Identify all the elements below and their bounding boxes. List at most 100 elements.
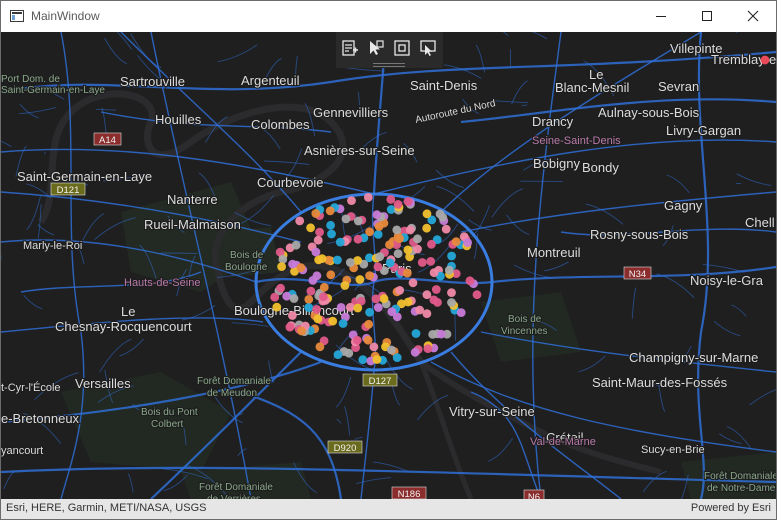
map-point-feature[interactable] [296,263,306,272]
map-point-feature[interactable] [288,311,297,320]
map-point-feature[interactable] [465,276,475,286]
map-point-feature[interactable] [373,262,383,272]
map-point-feature[interactable] [431,285,441,294]
map-point-feature[interactable] [326,220,335,230]
powered-by-esri[interactable]: Powered by Esri [691,502,771,514]
map-point-feature[interactable] [338,319,348,328]
map-point-feature[interactable] [373,230,383,239]
map-point-feature[interactable] [395,286,405,295]
map-point-feature[interactable] [353,303,363,313]
map-point-feature[interactable] [408,278,418,288]
map-point-feature[interactable] [345,258,355,267]
map-point-feature[interactable] [272,302,282,312]
map-point-feature[interactable] [436,329,446,339]
map-point-feature[interactable] [312,271,322,281]
toolbar-drag-handle[interactable] [373,63,405,67]
map-point-feature[interactable] [353,234,363,244]
map-point-feature[interactable] [371,294,381,304]
map-point-feature[interactable] [386,195,396,204]
map-point-feature[interactable] [402,268,412,278]
map-point-feature[interactable] [447,298,456,307]
map-point-feature[interactable] [363,335,373,345]
map-point-feature[interactable] [422,290,432,300]
map-point-feature[interactable] [395,234,404,244]
map-point-feature[interactable] [386,345,396,355]
map-point-feature[interactable] [410,347,420,357]
map-point-feature[interactable] [363,193,373,202]
map-point-feature[interactable] [393,249,403,258]
map-point-feature[interactable] [313,235,323,245]
map-point-feature[interactable] [375,252,385,262]
minimize-button[interactable] [638,1,684,31]
map-point-feature[interactable] [472,290,482,300]
map-point-feature[interactable] [463,238,472,248]
map-point-feature[interactable] [423,344,433,353]
map-point-feature[interactable] [276,283,285,293]
map-point-feature[interactable] [451,237,461,247]
map-point-feature[interactable] [270,292,280,302]
map-point-feature[interactable] [311,209,321,218]
map-point-feature[interactable] [365,307,374,317]
map-point-feature[interactable] [333,350,343,359]
map-point-feature[interactable] [355,275,365,284]
map-point-feature[interactable] [333,255,342,265]
map-point-feature[interactable] [379,294,389,304]
map-point-feature[interactable] [353,216,363,226]
map-point-feature[interactable] [288,259,297,269]
map-point-feature[interactable] [306,223,315,233]
map-point-feature[interactable] [456,308,466,317]
map-point-feature[interactable] [336,303,346,312]
select-tool[interactable] [365,37,387,59]
title-bar[interactable]: MainWindow [1,1,776,32]
map-point-feature[interactable] [326,270,336,280]
map-point-feature[interactable] [444,265,454,275]
map-point-feature[interactable] [403,297,413,307]
map-point-feature[interactable] [304,295,314,304]
rectangle-select-tool[interactable] [391,37,413,59]
map-point-feature[interactable] [422,223,432,233]
map-point-feature[interactable] [317,254,327,263]
map-point-feature[interactable] [392,225,402,235]
map-point-feature[interactable] [289,294,299,303]
map-point-feature[interactable] [374,222,384,231]
map-point-feature[interactable] [372,355,382,364]
map-point-feature[interactable] [291,240,301,250]
map-point-feature[interactable] [441,224,451,234]
map-point-feature[interactable] [304,303,314,312]
map-point-feature[interactable] [760,55,770,65]
map-point-feature[interactable] [385,258,395,268]
map-point-feature[interactable] [365,271,374,280]
map-point-feature[interactable] [347,196,356,206]
map-point-feature[interactable] [369,342,379,352]
map-point-feature[interactable] [403,197,413,206]
map-point-feature[interactable] [277,262,286,271]
map-point-feature[interactable] [393,200,403,209]
map-point-feature[interactable] [285,322,295,332]
map-point-feature[interactable] [328,316,338,326]
map-point-feature[interactable] [447,251,456,261]
map-point-feature[interactable] [345,302,355,312]
map-point-feature[interactable] [344,348,354,358]
map-point-feature[interactable] [387,307,397,317]
close-button[interactable] [730,1,776,31]
map-point-feature[interactable] [295,216,305,226]
map-point-feature[interactable] [352,335,362,345]
map-point-feature[interactable] [327,229,336,239]
map-point-feature[interactable] [422,309,432,318]
map-point-feature[interactable] [315,227,324,237]
map-point-feature[interactable] [364,319,374,329]
map-point-feature[interactable] [417,258,427,267]
map-point-feature[interactable] [358,355,368,365]
map-point-feature[interactable] [306,286,316,296]
map-point-feature[interactable] [311,247,321,257]
map-point-feature[interactable] [429,268,439,278]
map-point-feature[interactable] [447,288,456,297]
map-view[interactable]: Villepinte Tremblay-e Port Dom. de Saint-Ge… [1,32,776,499]
map-point-feature[interactable] [422,209,432,219]
map-point-feature[interactable] [319,292,328,302]
map-point-feature[interactable] [319,282,329,292]
map-point-feature[interactable] [411,329,421,338]
edit-features-tool[interactable] [339,37,361,59]
map-point-feature[interactable] [341,214,351,224]
map-point-feature[interactable] [340,281,350,290]
